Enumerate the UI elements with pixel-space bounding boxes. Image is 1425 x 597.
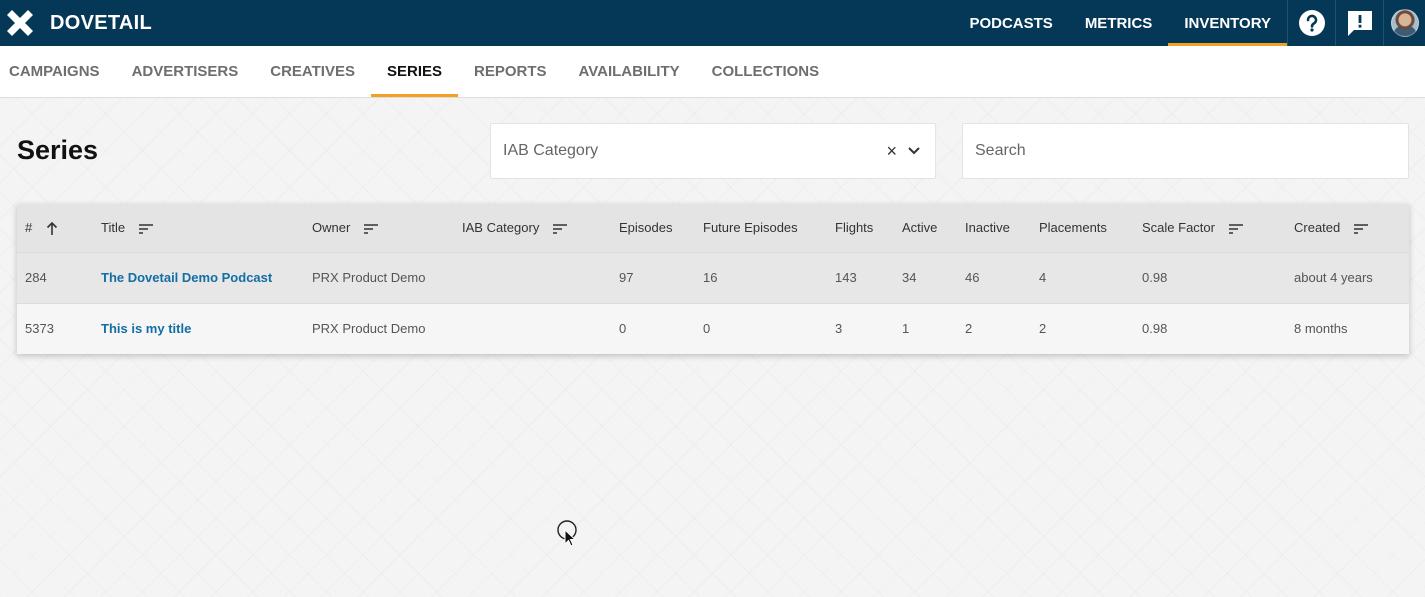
cell-scale-factor: 0.98: [1142, 270, 1168, 285]
mouse-cursor-icon: [557, 520, 577, 547]
iab-category-placeholder: IAB Category: [503, 142, 599, 159]
col-active-header: Active: [902, 220, 938, 236]
chevron-down-icon[interactable]: [907, 146, 921, 156]
top-nav-metrics[interactable]: METRICS: [1069, 0, 1169, 46]
cell-flights: 143: [835, 270, 857, 285]
subnav-collections[interactable]: COLLECTIONS: [696, 46, 836, 97]
col-scale-factor-label: Scale Factor: [1142, 220, 1215, 236]
sub-nav: CAMPAIGNS ADVERTISERS CREATIVES SERIES R…: [0, 46, 1425, 98]
top-nav-podcasts[interactable]: PODCASTS: [953, 0, 1068, 46]
cell-id: 5373: [25, 321, 54, 337]
sort-icon[interactable]: [1353, 224, 1368, 234]
cell-episodes: 0: [619, 321, 627, 337]
cell-iab: [462, 303, 619, 354]
col-title-label: Title: [101, 220, 126, 236]
col-owner-header[interactable]: Owner: [312, 204, 462, 252]
col-episodes-header: Episodes: [619, 220, 673, 236]
col-owner-label: Owner: [312, 220, 351, 236]
col-placements-header: Placements: [1039, 220, 1107, 236]
col-future-episodes-header: Future Episodes: [703, 220, 798, 236]
series-title-link[interactable]: The Dovetail Demo Podcast: [101, 252, 312, 303]
cell-created: about 4 years: [1294, 270, 1373, 285]
cell-future-episodes: 0: [703, 321, 711, 337]
cell-scale-factor: 0.98: [1142, 321, 1168, 337]
subnav-advertisers[interactable]: ADVERTISERS: [116, 46, 255, 97]
cell-created: 8 months: [1294, 321, 1348, 337]
subnav-creatives[interactable]: CREATIVES: [254, 46, 371, 97]
col-created-label: Created: [1294, 220, 1341, 236]
cell-iab: [462, 252, 619, 303]
cell-inactive: 2: [965, 321, 973, 337]
cell-placements: 2: [1039, 321, 1047, 337]
col-flights-header: Flights: [835, 220, 874, 236]
help-button[interactable]: [1287, 0, 1335, 46]
cell-owner: PRX Product Demo: [312, 321, 426, 337]
page-title: Series: [17, 135, 99, 165]
avatar: [1390, 9, 1419, 37]
top-icons: [1287, 0, 1425, 46]
cell-future-episodes: 16: [703, 270, 718, 285]
x-logo-icon: [7, 10, 33, 36]
top-bar: DOVETAIL PODCASTS METRICS INVENTORY: [0, 0, 1425, 46]
cell-flights: 3: [835, 321, 843, 337]
col-created-header[interactable]: Created: [1294, 204, 1409, 252]
sort-arrow-up-icon[interactable]: [46, 221, 58, 236]
cell-active: 34: [902, 270, 917, 285]
cell-owner: PRX Product Demo: [312, 270, 426, 285]
feedback-icon: [1347, 11, 1372, 36]
cell-placements: 4: [1039, 270, 1047, 285]
table-header-row: # Title Owner IAB Category Episodes Futu…: [17, 204, 1409, 252]
top-nav: PODCASTS METRICS INVENTORY: [953, 0, 1287, 46]
subnav-reports[interactable]: REPORTS: [458, 46, 563, 97]
sort-icon[interactable]: [552, 224, 567, 234]
col-iab-label: IAB Category: [462, 220, 540, 236]
clear-icon[interactable]: ×: [886, 141, 897, 162]
subnav-series[interactable]: SERIES: [370, 46, 459, 97]
sort-icon[interactable]: [363, 224, 378, 234]
table-row[interactable]: 284 The Dovetail Demo Podcast PRX Produc…: [17, 252, 1409, 303]
search-box: [962, 123, 1409, 179]
col-scale-factor-header[interactable]: Scale Factor: [1142, 204, 1294, 252]
top-nav-inventory[interactable]: INVENTORY: [1168, 0, 1287, 46]
col-title-header[interactable]: Title: [101, 204, 312, 252]
col-id-label: #: [25, 219, 33, 235]
series-title-link[interactable]: This is my title: [101, 303, 312, 354]
subnav-availability[interactable]: AVAILABILITY: [563, 46, 696, 97]
cell-active: 1: [902, 321, 910, 337]
feedback-button[interactable]: [1335, 0, 1383, 46]
user-avatar-button[interactable]: [1383, 0, 1425, 46]
series-table: # Title Owner IAB Category Episodes Futu…: [17, 204, 1409, 354]
sort-icon[interactable]: [138, 224, 153, 234]
col-id-header[interactable]: #: [17, 204, 101, 252]
col-inactive-header: Inactive: [965, 220, 1010, 236]
cell-id: 284: [25, 270, 47, 285]
iab-category-select[interactable]: IAB Category ×: [490, 123, 936, 179]
col-iab-header[interactable]: IAB Category: [462, 204, 619, 252]
table-row[interactable]: 5373 This is my title PRX Product Demo 0…: [17, 303, 1409, 354]
help-icon: [1298, 10, 1325, 36]
brand[interactable]: DOVETAIL: [0, 0, 152, 46]
cell-episodes: 97: [619, 270, 634, 285]
brand-name: DOVETAIL: [50, 11, 153, 34]
cell-inactive: 46: [965, 270, 980, 285]
search-input[interactable]: [963, 124, 1408, 178]
sort-icon[interactable]: [1228, 224, 1243, 234]
subnav-campaigns[interactable]: CAMPAIGNS: [0, 46, 116, 97]
